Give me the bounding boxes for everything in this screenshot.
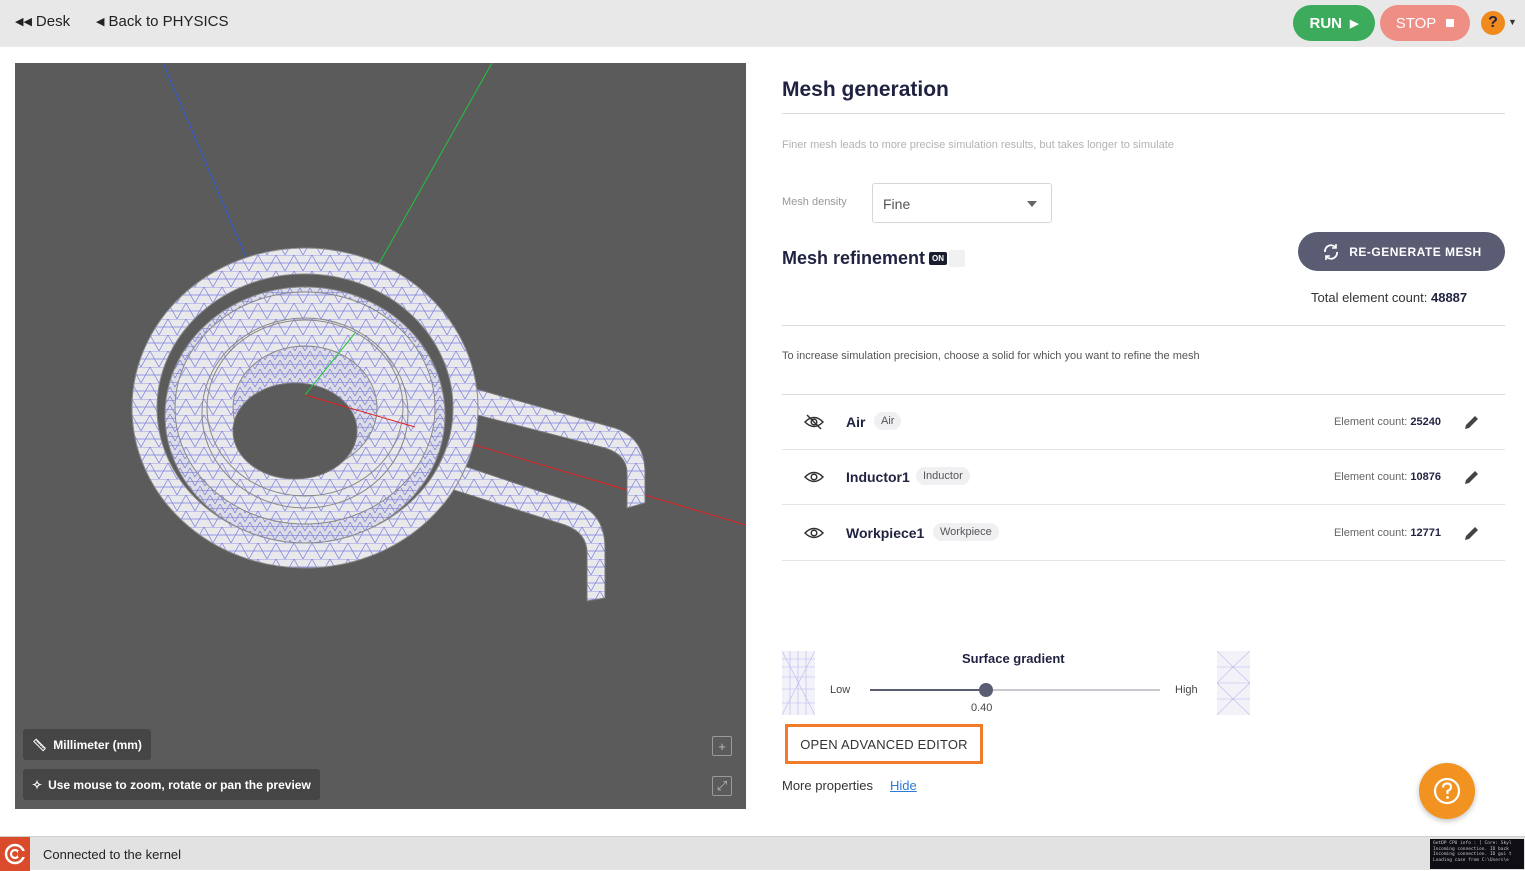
app-logo-icon (0, 837, 30, 871)
surface-gradient-title: Surface gradient (962, 651, 1065, 666)
help-label: ? (1488, 14, 1498, 31)
page-title: Mesh generation (782, 78, 949, 101)
divider (782, 113, 1505, 114)
3d-preview-viewport[interactable]: 📏︎ Millimeter (mm) ✧ Use mouse to zoom, … (15, 63, 746, 809)
run-label: RUN (1309, 14, 1343, 32)
units-label: Millimeter (mm) (53, 737, 142, 752)
solid-tag: Workpiece (933, 523, 999, 541)
high-gradient-mesh-thumbnail (1217, 651, 1250, 715)
back-link-label: Back to PHYSICS (108, 13, 229, 30)
console-preview[interactable]: GetDP CPU info : [ Core: Skyl Incoming c… (1430, 839, 1524, 869)
solid-element-count: Element count: 12771 (1334, 527, 1441, 539)
mouse-hint-label: Use mouse to zoom, rotate or pan the pre… (48, 777, 311, 792)
run-button[interactable]: RUN ▶ (1293, 5, 1375, 41)
mesh-density-select[interactable]: Fine (872, 183, 1052, 223)
pencil-icon[interactable] (1463, 468, 1481, 486)
mesh-density-label: Mesh density (782, 196, 847, 208)
arrow-left-icon: ◀ (96, 16, 105, 28)
solid-element-count: Element count: 10876 (1334, 471, 1441, 483)
toggle-off-segment (949, 250, 965, 267)
mesh-refinement-toggle[interactable]: ON (929, 250, 969, 267)
play-icon: ▶ (1350, 17, 1359, 30)
console-line: GetDP CPU info : [ Core: Skyl (1433, 841, 1512, 846)
top-bar: ◀◀ Desk ◀ Back to PHYSICS RUN ▶ STOP ? ▼ (0, 0, 1525, 47)
help-fab-button[interactable] (1419, 763, 1475, 819)
open-advanced-editor-button[interactable]: OPEN ADVANCED EDITOR (785, 724, 983, 764)
element-count-label: Element count: (1333, 471, 1408, 483)
fullscreen-icon[interactable]: ⤢ (712, 776, 732, 796)
back-link[interactable]: ◀ Back to PHYSICS (96, 13, 229, 30)
sparkle-cursor-icon: ✧ (32, 777, 43, 792)
slider-low-label: Low (830, 684, 851, 696)
solid-tag: Air (874, 412, 902, 430)
chevron-down-icon (1027, 201, 1037, 207)
kernel-status: Connected to the kernel (43, 847, 182, 862)
solid-row-inductor1[interactable]: Inductor1 Inductor Element count: 10876 (782, 450, 1505, 505)
console-line: Incoming connection. ID gui t (1433, 852, 1512, 857)
mouse-hint-chip: ✧ Use mouse to zoom, rotate or pan the p… (23, 769, 320, 800)
slider-high-label: High (1175, 684, 1198, 696)
caret-down-icon[interactable]: ▼ (1508, 17, 1517, 27)
workpiece-cylinder (201, 317, 409, 509)
eye-icon[interactable] (804, 469, 824, 485)
mesh-preview-canvas[interactable] (15, 63, 746, 809)
solid-tag: Inductor (916, 467, 970, 485)
more-properties-label: More properties (782, 778, 874, 793)
low-gradient-mesh-thumbnail (782, 651, 815, 715)
hide-properties-link[interactable]: Hide (890, 778, 917, 793)
refine-hint: To increase simulation precision, choose… (782, 350, 1200, 362)
desk-link-label: Desk (35, 13, 71, 30)
stop-icon (1446, 19, 1455, 27)
total-count-label: Total element count: (1311, 290, 1428, 305)
surface-gradient-slider-handle[interactable] (979, 683, 993, 697)
mesh-density-value: Fine (883, 196, 911, 212)
total-element-count: Total element count: 48887 (1311, 290, 1467, 305)
units-chip[interactable]: 📏︎ Millimeter (mm) (23, 729, 151, 760)
element-count-value: 12771 (1410, 527, 1441, 539)
desk-link[interactable]: ◀◀ Desk (15, 13, 70, 30)
eye-off-icon[interactable] (804, 414, 824, 430)
element-count-label: Element count: (1333, 416, 1408, 428)
solid-name: Air (846, 414, 866, 430)
solid-row-workpiece1[interactable]: Workpiece1 Workpiece Element count: 1277… (782, 506, 1505, 561)
element-count-label: Element count: (1333, 527, 1408, 539)
solid-row-air[interactable]: Air Air Element count: 25240 (782, 395, 1505, 450)
refresh-icon (1324, 243, 1339, 260)
help-menu-button[interactable]: ? (1481, 11, 1505, 35)
regenerate-mesh-button[interactable]: RE-GENERATE MESH (1298, 232, 1505, 271)
console-line: Loading case from C:\Users\e (1433, 857, 1509, 863)
pencil-icon[interactable] (1463, 413, 1481, 431)
question-circle-icon (1433, 777, 1461, 805)
element-count-value: 25240 (1410, 416, 1441, 428)
stop-button[interactable]: STOP (1380, 5, 1470, 41)
ruler-icon: 📏︎ (32, 737, 48, 752)
center-view-icon[interactable]: + (712, 736, 732, 756)
total-count-value: 48887 (1430, 290, 1468, 305)
mesh-refinement-title: Mesh refinement (782, 248, 926, 268)
surface-gradient-value: 0.40 (971, 702, 993, 714)
surface-gradient-slider-fill (870, 689, 986, 691)
pencil-icon[interactable] (1463, 524, 1481, 542)
element-count-value: 10876 (1410, 471, 1441, 483)
solid-name: Inductor1 (846, 469, 910, 485)
toggle-on-label: ON (929, 252, 947, 265)
mesh-subtitle: Finer mesh leads to more precise simulat… (782, 139, 1174, 151)
regenerate-label: RE-GENERATE MESH (1349, 244, 1482, 259)
eye-icon[interactable] (804, 525, 824, 541)
stop-label: STOP (1395, 14, 1437, 32)
double-arrow-left-icon: ◀◀ (15, 16, 32, 28)
status-bar: Connected to the kernel GetDP CPU info :… (0, 836, 1525, 871)
divider (782, 325, 1505, 326)
solid-element-count: Element count: 25240 (1334, 416, 1441, 428)
solid-name: Workpiece1 (846, 525, 925, 541)
